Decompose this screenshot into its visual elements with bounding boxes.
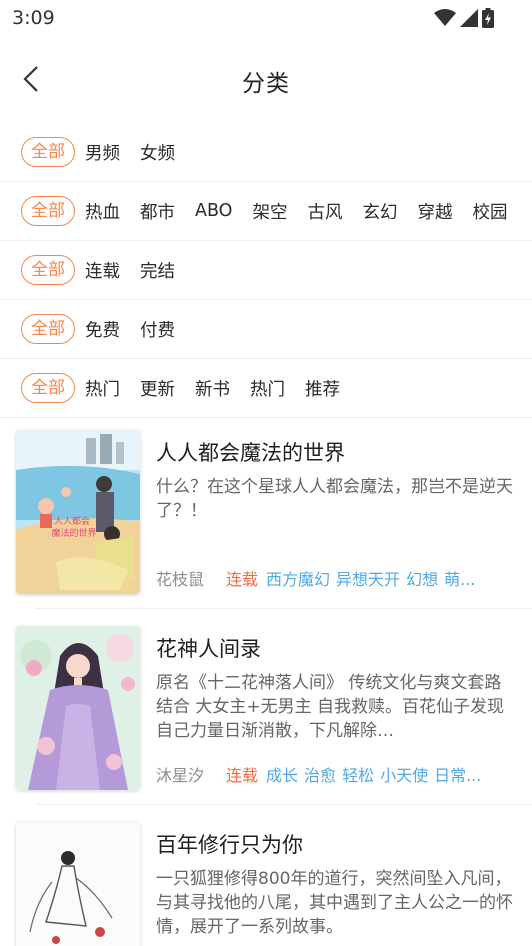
book-genre-tag: 治愈 <box>304 766 337 784</box>
book-title[interactable]: 人人都会魔法的世界 <box>156 437 345 467</box>
battery-charging-icon <box>482 8 494 28</box>
filter-row-sort: 全部 热门 更新 新书 热门 推荐 <box>0 359 532 418</box>
filter-row-channel: 全部 男频 女频 <box>0 123 532 182</box>
book-genre-tag: 幻想 <box>406 570 439 588</box>
filter-option[interactable]: 玄幻 <box>362 199 397 224</box>
filter-option[interactable]: 校园 <box>472 199 507 224</box>
filter-option[interactable]: 热血 <box>85 199 120 224</box>
book-list-item[interactable]: 花神人间录 原名《十二花神落人间》 传统文化与爽文套路结合 大女主+无男主 自我… <box>0 616 532 806</box>
book-meta: 沐星汐 连载 成长 治愈 轻松 小天使 日常... <box>156 762 518 784</box>
svg-text:人人都会: 人人都会 <box>54 515 90 527</box>
filter-all-chip[interactable]: 全部 <box>21 373 75 403</box>
status-bar: 3:09 <box>0 0 532 36</box>
book-cover-art <box>16 626 140 790</box>
book-meta: 花枝鼠 连载 西方魔幻 异想天开 幻想 萌... <box>156 566 518 588</box>
filter-option[interactable]: 男频 <box>85 140 120 165</box>
filter-option[interactable]: 架空 <box>252 199 287 224</box>
book-cover-art: 人人都会 魔法的世界 <box>16 430 140 594</box>
book-genre-tag: 日常... <box>434 766 482 784</box>
book-title[interactable]: 花神人间录 <box>156 633 261 663</box>
filter-row-genre: 全部 热血 都市 ABO 架空 古风 玄幻 穿越 校园 <box>0 182 532 241</box>
status-time: 3:09 <box>12 7 55 29</box>
page-title: 分类 <box>242 71 290 97</box>
book-cover[interactable]: 人人都会 魔法的世界 <box>16 430 140 594</box>
book-list-item[interactable]: 百年修行只为你 一只狐狸修得800年的道行，突然间坠入凡间，与其寻找他的八尾，其… <box>0 812 532 946</box>
book-description: 一只狐狸修得800年的道行，突然间坠入凡间，与其寻找他的八尾，其中遇到了主人公之… <box>156 869 513 937</box>
book-description: 什么？在这个星球人人都会魔法，那岂不是逆天了？！ <box>156 477 513 521</box>
filter-option[interactable]: 新书 <box>195 376 230 401</box>
book-status-tag: 连载 <box>226 570 259 588</box>
filter-option[interactable]: 完结 <box>140 258 175 283</box>
divider <box>36 804 532 805</box>
book-author: 花枝鼠 <box>156 570 205 588</box>
filter-option[interactable]: 免费 <box>85 317 120 342</box>
filter-all-chip[interactable]: 全部 <box>21 137 75 167</box>
book-genre-tag: 小天使 <box>380 766 429 784</box>
signal-icon <box>460 9 478 27</box>
book-status-tag: 连载 <box>226 766 259 784</box>
book-cover[interactable] <box>16 626 140 790</box>
header: 分类 <box>0 50 532 110</box>
book-genre-tag: 轻松 <box>342 766 375 784</box>
book-description: 原名《十二花神落人间》 传统文化与爽文套路结合 大女主+无男主 自我救赎。百花仙… <box>156 673 505 741</box>
book-cover-art <box>16 822 140 946</box>
filter-option[interactable]: 推荐 <box>305 376 340 401</box>
filter-row-price: 全部 免费 付费 <box>0 300 532 359</box>
book-genre-tag: 成长 <box>266 766 299 784</box>
filter-option[interactable]: ABO <box>195 201 232 221</box>
filter-option[interactable]: 女频 <box>140 140 175 165</box>
status-icons <box>434 8 494 28</box>
filter-option[interactable]: 古风 <box>307 199 342 224</box>
filter-option[interactable]: 连载 <box>85 258 120 283</box>
wifi-icon <box>434 9 456 26</box>
filter-all-chip[interactable]: 全部 <box>21 255 75 285</box>
book-genre-tag: 异想天开 <box>336 570 401 588</box>
book-genre-tag: 萌... <box>444 570 476 588</box>
filter-option[interactable]: 更新 <box>140 376 175 401</box>
filter-option[interactable]: 热门 <box>250 376 285 401</box>
book-cover[interactable] <box>16 822 140 946</box>
divider <box>36 608 532 609</box>
filter-all-chip[interactable]: 全部 <box>21 314 75 344</box>
book-list-item[interactable]: 人人都会 魔法的世界 人人都会魔法的世界 什么？在这个星球人人都会魔法，那岂不是… <box>0 420 532 610</box>
svg-text:魔法的世界: 魔法的世界 <box>51 527 96 539</box>
filter-option[interactable]: 都市 <box>140 199 175 224</box>
filter-option[interactable]: 付费 <box>140 317 175 342</box>
book-title[interactable]: 百年修行只为你 <box>156 829 303 859</box>
filter-row-status: 全部 连载 完结 <box>0 241 532 300</box>
filter-option[interactable]: 热门 <box>85 376 120 401</box>
filter-option[interactable]: 穿越 <box>417 199 452 224</box>
filter-all-chip[interactable]: 全部 <box>21 196 75 226</box>
book-genre-tag: 西方魔幻 <box>266 570 331 588</box>
book-author: 沐星汐 <box>156 766 205 784</box>
